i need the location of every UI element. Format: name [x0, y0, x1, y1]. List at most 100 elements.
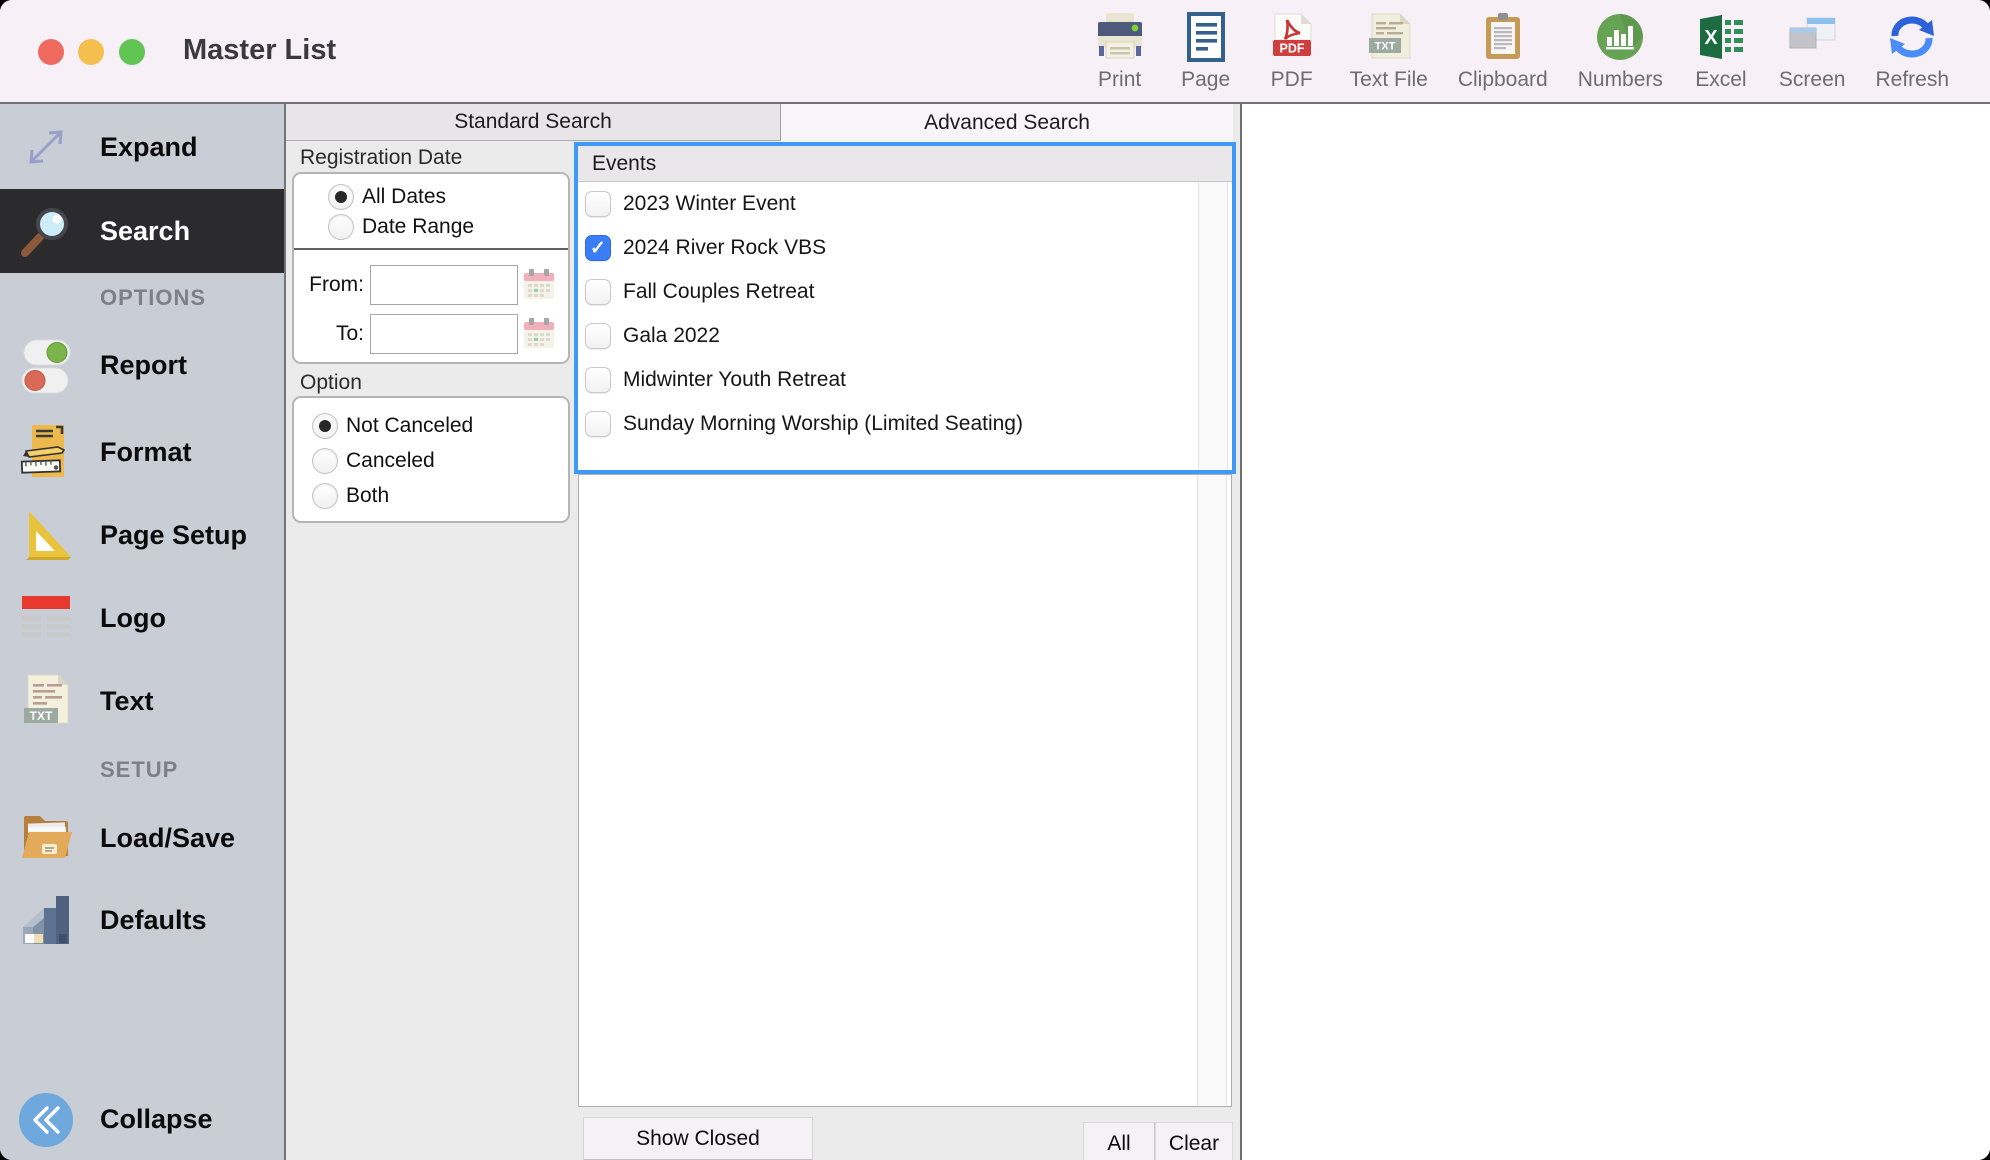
sidebar-item-label: Expand	[100, 132, 198, 163]
event-row-2023-winter-event[interactable]: 2023 Winter Event	[578, 182, 1232, 226]
toolbar: Print Page PDF PDF TXT Text File	[1077, 9, 1964, 92]
pdf-button[interactable]: PDF PDF	[1249, 9, 1335, 92]
events-header: Events	[578, 146, 1232, 182]
pdf-icon: PDF	[1264, 9, 1320, 65]
radio-canceled[interactable]	[312, 448, 338, 474]
event-label: Fall Couples Retreat	[623, 280, 814, 304]
to-calendar-button[interactable]	[522, 316, 556, 350]
sidebar-item-page-setup[interactable]: Page Setup	[0, 493, 284, 577]
zoom-button[interactable]	[119, 39, 145, 65]
sidebar-item-search[interactable]: Search	[0, 189, 284, 273]
option-label: Option	[300, 371, 362, 395]
event-checkbox[interactable]	[585, 279, 611, 305]
screen-button[interactable]: Screen	[1764, 9, 1861, 92]
radio-both-label: Both	[346, 484, 389, 508]
results-scrollbar-track[interactable]	[1197, 475, 1227, 1106]
folder-icon	[14, 806, 78, 870]
excel-icon: X	[1693, 9, 1749, 65]
event-label: 2024 River Rock VBS	[623, 236, 826, 260]
event-checkbox[interactable]	[585, 191, 611, 217]
expand-diagonal-arrow-icon	[14, 115, 78, 179]
magnifier-icon	[14, 199, 78, 263]
page-label: Page	[1181, 68, 1230, 92]
to-date-input[interactable]	[370, 314, 518, 354]
event-checkbox[interactable]	[585, 367, 611, 393]
from-label: From:	[294, 265, 364, 305]
sidebar-item-report[interactable]: Report	[0, 323, 284, 407]
event-row-gala-2022[interactable]: Gala 2022	[578, 314, 1232, 358]
tab-standard-search[interactable]: Standard Search	[286, 104, 781, 140]
event-label: Sunday Morning Worship (Limited Seating)	[623, 412, 1023, 436]
registration-date-label: Registration Date	[300, 146, 462, 170]
sidebar-item-label: Logo	[100, 603, 166, 634]
radio-both[interactable]	[312, 483, 338, 509]
excel-button[interactable]: X Excel	[1678, 9, 1764, 92]
event-checkbox[interactable]	[585, 323, 611, 349]
txt-file-icon: TXT	[1361, 9, 1417, 65]
tab-bar: Standard Search Advanced Search	[286, 104, 1233, 141]
refresh-button[interactable]: Refresh	[1860, 9, 1964, 92]
refresh-label: Refresh	[1875, 68, 1949, 92]
minimize-button[interactable]	[78, 39, 104, 65]
show-closed-button[interactable]: Show Closed	[583, 1117, 813, 1160]
search-panel: Standard Search Advanced Search Registra…	[286, 104, 1240, 1160]
event-checkbox[interactable]	[585, 235, 611, 261]
text-file-button[interactable]: TXT Text File	[1335, 9, 1443, 92]
events-scrollbar-track[interactable]	[1198, 182, 1228, 470]
close-button[interactable]	[38, 39, 64, 65]
radio-date-range[interactable]	[328, 214, 354, 240]
sidebar-section-options: OPTIONS	[100, 285, 206, 311]
tab-advanced-search[interactable]: Advanced Search	[781, 104, 1233, 142]
page-button[interactable]: Page	[1163, 9, 1249, 92]
to-label: To:	[294, 314, 364, 354]
clipboard-label: Clipboard	[1458, 68, 1548, 92]
clear-selection-button[interactable]: Clear	[1155, 1122, 1233, 1160]
event-row-fall-couples-retreat[interactable]: Fall Couples Retreat	[578, 270, 1232, 314]
print-button[interactable]: Print	[1077, 9, 1163, 92]
radio-all-dates[interactable]	[328, 184, 354, 210]
event-label: 2023 Winter Event	[623, 192, 796, 216]
sidebar-item-logo[interactable]: Logo	[0, 576, 284, 660]
sidebar-item-label: Text	[100, 686, 154, 717]
sidebar-item-label: Page Setup	[100, 520, 247, 551]
sidebar-item-collapse[interactable]: Collapse	[0, 1079, 284, 1160]
sidebar-item-load-save[interactable]: Load/Save	[0, 796, 284, 880]
radio-not-canceled[interactable]	[312, 413, 338, 439]
sidebar-item-label: Report	[100, 350, 187, 381]
svg-text:PDF: PDF	[1279, 42, 1304, 56]
event-row-midwinter-youth-retreat[interactable]: Midwinter Youth Retreat	[578, 358, 1232, 402]
svg-text:TXT: TXT	[1374, 41, 1395, 53]
radio-canceled-label: Canceled	[346, 449, 435, 473]
event-row-sunday-morning-worship[interactable]: Sunday Morning Worship (Limited Seating)	[578, 402, 1232, 446]
sidebar-item-defaults[interactable]: Defaults	[0, 878, 284, 962]
txt-document-icon: TXT	[14, 669, 78, 733]
set-square-icon	[14, 503, 78, 567]
option-box: Not Canceled Canceled Both	[292, 396, 570, 523]
select-all-button[interactable]: All	[1083, 1122, 1155, 1160]
numbers-button[interactable]: Numbers	[1563, 9, 1678, 92]
event-label: Gala 2022	[623, 324, 720, 348]
event-row-2024-river-rock-vbs[interactable]: 2024 River Rock VBS	[578, 226, 1232, 270]
sidebar-item-label: Format	[100, 437, 192, 468]
app-window: Master List Print Page PDF PDF	[0, 0, 1990, 1160]
from-calendar-button[interactable]	[522, 267, 556, 301]
screen-windows-icon	[1784, 9, 1840, 65]
factory-icon	[14, 888, 78, 952]
clipboard-button[interactable]: Clipboard	[1443, 9, 1563, 92]
page-icon	[1178, 9, 1234, 65]
sidebar-item-text[interactable]: TXT Text	[0, 659, 284, 743]
sidebar-section-setup: SETUP	[100, 757, 178, 783]
clipboard-icon	[1475, 9, 1531, 65]
box-divider	[294, 248, 568, 250]
sidebar-item-label: Defaults	[100, 905, 207, 936]
svg-text:TXT: TXT	[30, 709, 53, 723]
sidebar-item-format[interactable]: Format	[0, 410, 284, 494]
screen-label: Screen	[1779, 68, 1846, 92]
events-header-label: Events	[592, 152, 656, 176]
from-date-input[interactable]	[370, 265, 518, 305]
print-label: Print	[1098, 68, 1141, 92]
event-checkbox[interactable]	[585, 411, 611, 437]
sidebar-item-expand[interactable]: Expand	[0, 105, 284, 189]
pdf-label: PDF	[1271, 68, 1313, 92]
report-preview-area	[1240, 104, 1990, 1160]
